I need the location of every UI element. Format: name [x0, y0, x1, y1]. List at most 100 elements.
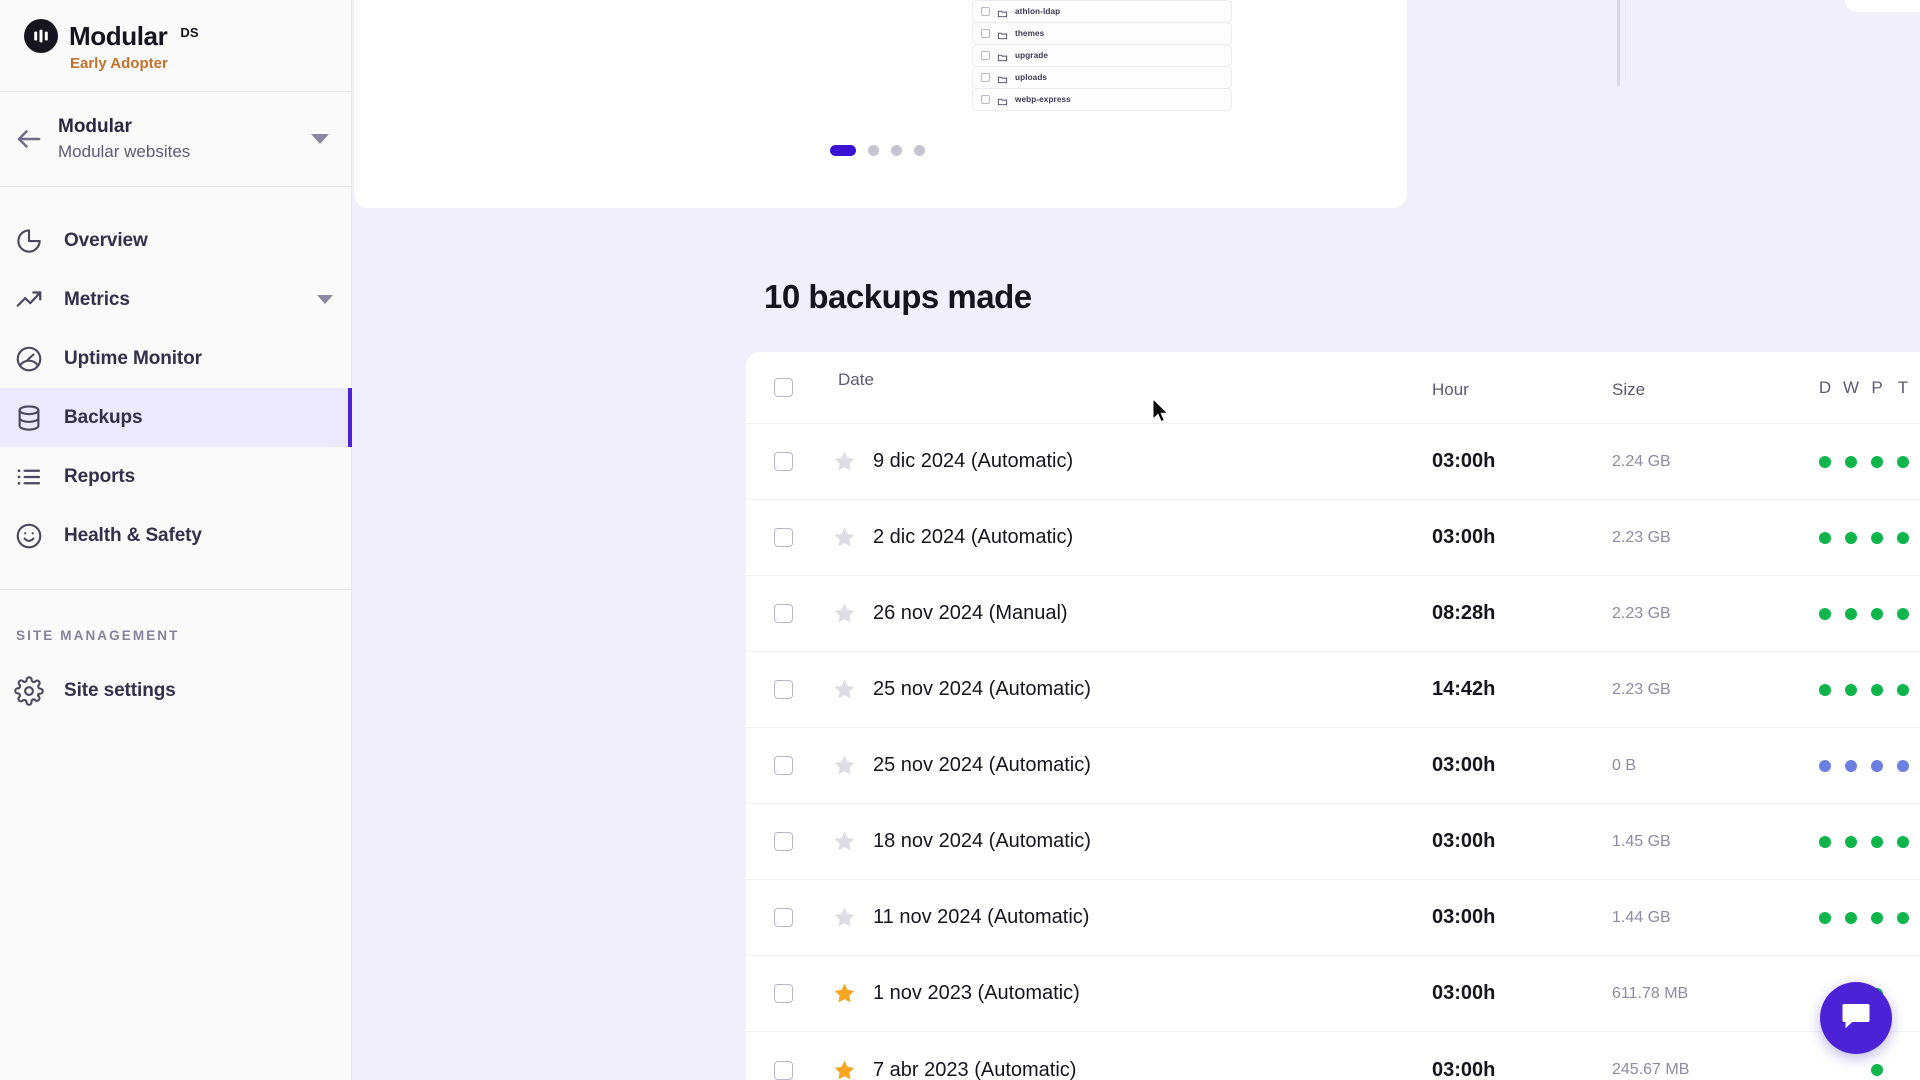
retention-slot	[1890, 455, 1916, 468]
checkbox-icon[interactable]	[981, 95, 990, 104]
site-switcher-texts: Modular Modular websites	[58, 114, 297, 163]
chevron-down-icon[interactable]	[311, 134, 329, 144]
star-icon[interactable]	[832, 1058, 857, 1080]
app-root: Modular DS Early Adopter Modular Modular…	[0, 0, 1920, 1080]
retention-slot	[1890, 835, 1916, 848]
checkbox-icon[interactable]	[981, 73, 990, 82]
star-icon[interactable]	[832, 449, 857, 474]
retention-legend: D W P T M	[1812, 378, 1920, 398]
star-icon[interactable]	[832, 905, 857, 930]
table-row[interactable]: 11 nov 2024 (Automatic) 03:00h 1.44 GB D…	[746, 880, 1920, 956]
row-checkbox[interactable]	[774, 756, 793, 775]
column-header-size: Size	[1612, 379, 1646, 399]
carousel-dot[interactable]	[868, 145, 879, 156]
row-date-cell: 7 abr 2023 (Automatic)	[832, 1058, 1432, 1080]
sidebar-item-backups[interactable]: Backups	[0, 388, 352, 447]
sidebar-item-label: Uptime Monitor	[64, 347, 202, 369]
retention-dot	[1897, 455, 1909, 468]
sidebar-item-site-settings[interactable]: Site settings	[0, 661, 351, 720]
column-header-trimestral: T	[1897, 377, 1909, 397]
retention-slot	[1838, 455, 1864, 468]
sidebar-section-label: SITE MANAGEMENT	[16, 628, 180, 643]
file-tree-row[interactable]: uploads	[972, 66, 1232, 89]
file-tree-row[interactable]: athlon-ldap	[972, 0, 1232, 23]
row-checkbox[interactable]	[774, 452, 793, 471]
row-retention-cell	[1812, 531, 1920, 544]
site-switcher[interactable]: Modular Modular websites	[0, 92, 351, 187]
sidebar-item-metrics[interactable]: Metrics	[0, 270, 351, 329]
file-tree-row[interactable]: upgrade	[972, 44, 1232, 67]
column-header-hour: Hour	[1432, 379, 1469, 399]
backup-date: 25 nov 2024 (Automatic)	[873, 754, 1091, 776]
table-row[interactable]: 9 dic 2024 (Automatic) 03:00h 2.24 GB Do…	[746, 424, 1920, 500]
carousel-dot[interactable]	[914, 145, 925, 156]
retention-slot	[1864, 455, 1890, 468]
retention-dots	[1812, 607, 1920, 620]
carousel-dots	[830, 145, 925, 156]
row-checkbox[interactable]	[774, 908, 793, 927]
row-checkbox[interactable]	[774, 1060, 793, 1080]
chevron-down-icon[interactable]	[317, 295, 333, 304]
gear-icon	[14, 675, 44, 706]
sidebar-item-overview[interactable]: Overview	[0, 211, 351, 270]
folder-icon	[997, 28, 1008, 40]
table-row[interactable]: 18 nov 2024 (Automatic) 03:00h 1.45 GB D…	[746, 804, 1920, 880]
brand-suffix: DS	[180, 25, 199, 40]
select-all-checkbox[interactable]	[774, 378, 793, 397]
sidebar-item-health-safety[interactable]: Health & Safety	[0, 506, 351, 565]
table-row[interactable]: 26 nov 2024 (Manual) 08:28h 2.23 GB Done	[746, 576, 1920, 652]
row-checkbox[interactable]	[774, 832, 793, 851]
backup-size: 2.24 GB	[1612, 452, 1671, 470]
carousel-dot[interactable]	[830, 145, 856, 156]
retention-dots	[1812, 759, 1920, 772]
row-checkbox[interactable]	[774, 680, 793, 699]
file-tree-scrollbar[interactable]	[1617, 0, 1620, 86]
retention-slot	[1864, 1064, 1890, 1076]
back-arrow-icon[interactable]	[14, 124, 44, 154]
file-tree-name: webp-express	[1015, 95, 1071, 104]
table-row[interactable]: 7 abr 2023 (Automatic) 03:00h 245.67 MB …	[746, 1032, 1920, 1080]
row-checkbox[interactable]	[774, 528, 793, 547]
retention-dot	[1897, 607, 1909, 620]
checkbox-icon[interactable]	[981, 51, 990, 60]
file-tree-row[interactable]: webp-express	[972, 88, 1232, 111]
sidebar-nav-lower: Site settings	[0, 643, 351, 720]
backup-size: 1.44 GB	[1612, 908, 1671, 926]
checkbox-icon[interactable]	[981, 29, 990, 38]
checkbox-icon[interactable]	[981, 7, 990, 16]
retention-slot	[1812, 683, 1838, 696]
table-row[interactable]: 2 dic 2024 (Automatic) 03:00h 2.23 GB Do…	[746, 500, 1920, 576]
table-row[interactable]: 25 nov 2024 (Automatic) 03:00h 0 B Retry	[746, 728, 1920, 804]
table-row[interactable]: 1 nov 2023 (Automatic) 03:00h 611.78 MB …	[746, 956, 1920, 1032]
row-checkbox[interactable]	[774, 604, 793, 623]
retention-slot	[1812, 531, 1838, 544]
retention-dots	[1812, 835, 1920, 848]
header-hour-cell: Hour	[1432, 378, 1612, 399]
row-hour-cell: 03:00h	[1432, 450, 1612, 473]
retention-slot	[1916, 532, 1920, 544]
backup-date: 7 abr 2023 (Automatic)	[873, 1058, 1077, 1080]
row-date-cell: 1 nov 2023 (Automatic)	[832, 981, 1432, 1006]
sidebar-item-uptime-monitor[interactable]: Uptime Monitor	[0, 329, 351, 388]
star-icon[interactable]	[832, 829, 857, 854]
sidebar-item-reports[interactable]: Reports	[0, 447, 351, 506]
star-icon[interactable]	[832, 677, 857, 702]
star-icon[interactable]	[832, 601, 857, 626]
column-header-weekly: W	[1842, 377, 1860, 397]
retention-dot	[1819, 607, 1831, 620]
table-row[interactable]: 25 nov 2024 (Automatic) 14:42h 2.23 GB D…	[746, 652, 1920, 728]
star-icon[interactable]	[832, 525, 857, 550]
star-icon[interactable]	[832, 753, 857, 778]
row-checkbox[interactable]	[774, 984, 793, 1003]
section-header: 10 backups made 12.88 GB	[764, 278, 1920, 316]
carousel-dot[interactable]	[891, 145, 902, 156]
backup-date: 18 nov 2024 (Automatic)	[873, 830, 1091, 852]
retention-slot	[1812, 911, 1838, 924]
backup-size: 611.78 MB	[1612, 984, 1689, 1002]
row-size-cell: 245.67 MB	[1612, 1061, 1812, 1079]
row-select-cell	[774, 984, 832, 1003]
star-icon[interactable]	[832, 981, 857, 1006]
file-tree-row[interactable]: themes	[972, 22, 1232, 45]
sidebar-item-label: Metrics	[64, 288, 130, 310]
chat-bubble-button[interactable]	[1820, 982, 1892, 1054]
